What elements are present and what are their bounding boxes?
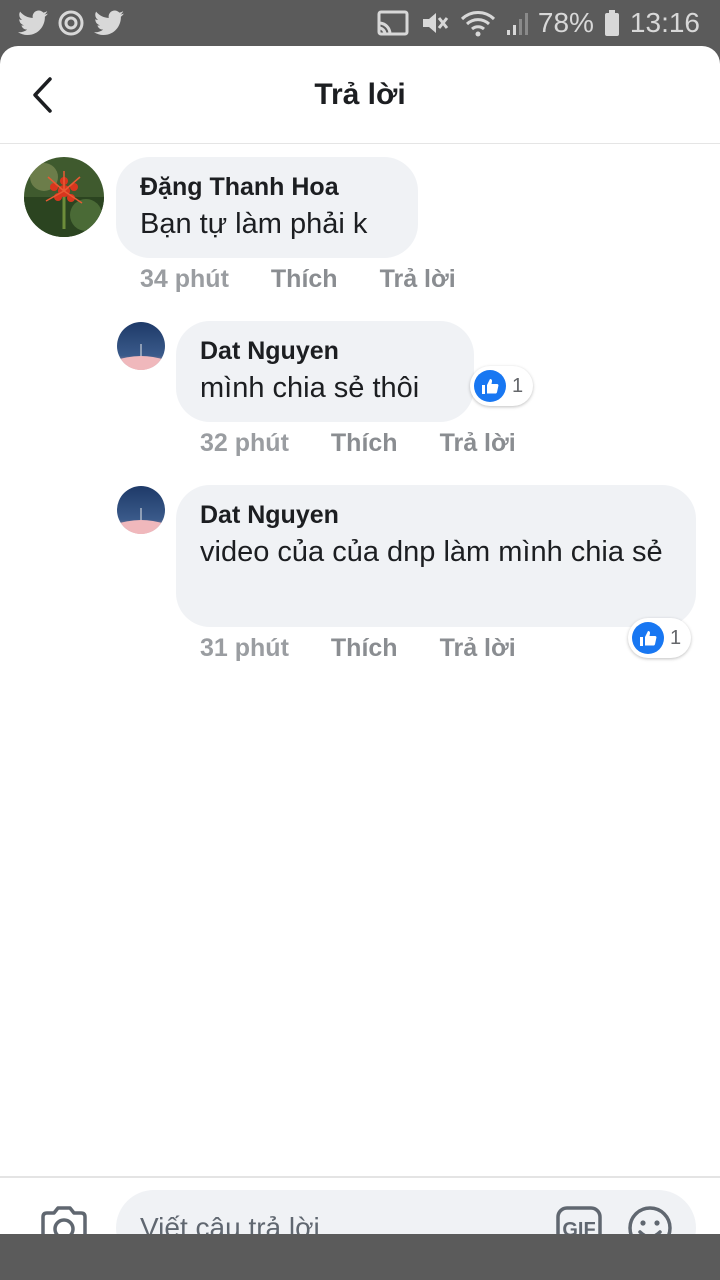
messenger-icon [58,10,84,36]
notification-icons [18,8,124,38]
comment-text: Bạn tự làm phải k [140,208,368,240]
reply-button[interactable]: Trả lời [440,428,516,458]
reaction-badge[interactable]: 1 [470,366,534,406]
reply-button[interactable]: Trả lời [440,633,516,663]
comment-author[interactable]: Dat Nguyen [200,499,672,531]
reply-sheet: Trả lời Đặng Thanh Hoa Bạn tự làm phải k [0,46,720,1280]
system-status: 78% 13:16 [376,6,700,40]
thumbs-up-icon [632,622,664,654]
comment-actions: 34 phút Thích Trả lời [140,264,456,294]
comment-text: video của của dnp làm mình chia sẻ [200,536,663,568]
comment-actions: 32 phút Thích Trả lời [200,428,516,458]
reaction-badge[interactable]: 1 [628,618,692,658]
avatar[interactable] [117,322,165,370]
comment-bubble[interactable]: Dat Nguyen mình chia sẻ thôi [176,321,474,422]
comment-time: 34 phút [140,265,229,293]
like-button[interactable]: Thích [271,264,338,294]
comment-time: 31 phút [200,634,289,662]
comment-author[interactable]: Đặng Thanh Hoa [140,171,394,203]
header: Trả lời [0,46,720,144]
twitter-icon [94,10,124,36]
thumbs-up-icon [474,370,506,402]
page-title: Trả lời [314,78,406,111]
comment-bubble[interactable]: Đặng Thanh Hoa Bạn tự làm phải k [116,157,418,258]
comment-time: 32 phút [200,429,289,457]
system-nav-bar [0,1234,720,1280]
wifi-icon [460,9,496,37]
comment-author[interactable]: Dat Nguyen [200,335,450,367]
reaction-count: 1 [670,626,682,649]
comment-actions: 31 phút Thích Trả lời [200,633,516,663]
battery-percent: 78% [537,7,594,38]
clock: 13:16 [629,7,700,38]
comment-text: mình chia sẻ thôi [200,372,420,404]
signal-icon [506,10,528,36]
reply-button[interactable]: Trả lời [380,264,456,294]
cast-icon [376,9,410,37]
like-button[interactable]: Thích [331,633,398,663]
status-bar: 78% 13:16 [0,0,720,46]
battery-icon [604,9,620,37]
mute-icon [420,9,450,37]
twitter-icon [18,10,48,36]
like-button[interactable]: Thích [331,428,398,458]
reaction-count: 1 [512,374,524,397]
avatar[interactable] [117,486,165,534]
avatar[interactable] [24,157,104,237]
comment-bubble[interactable]: Dat Nguyen video của của dnp làm mình ch… [176,485,696,627]
